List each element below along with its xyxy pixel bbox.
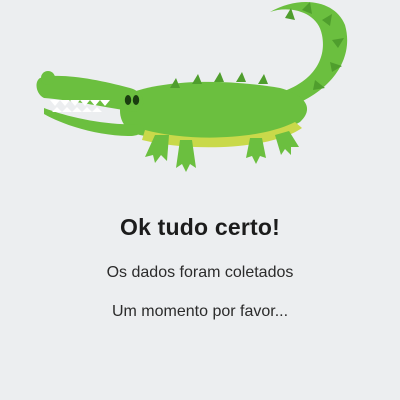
status-message-wait: Um momento por favor... [111, 303, 289, 320]
success-screen: Ok tudo certo! Os dados foram coletados … [0, 0, 400, 400]
success-title: Ok tudo certo! [120, 214, 280, 240]
crocodile-icon [36, 2, 348, 172]
status-message-collected: Os dados foram coletados [106, 264, 294, 281]
